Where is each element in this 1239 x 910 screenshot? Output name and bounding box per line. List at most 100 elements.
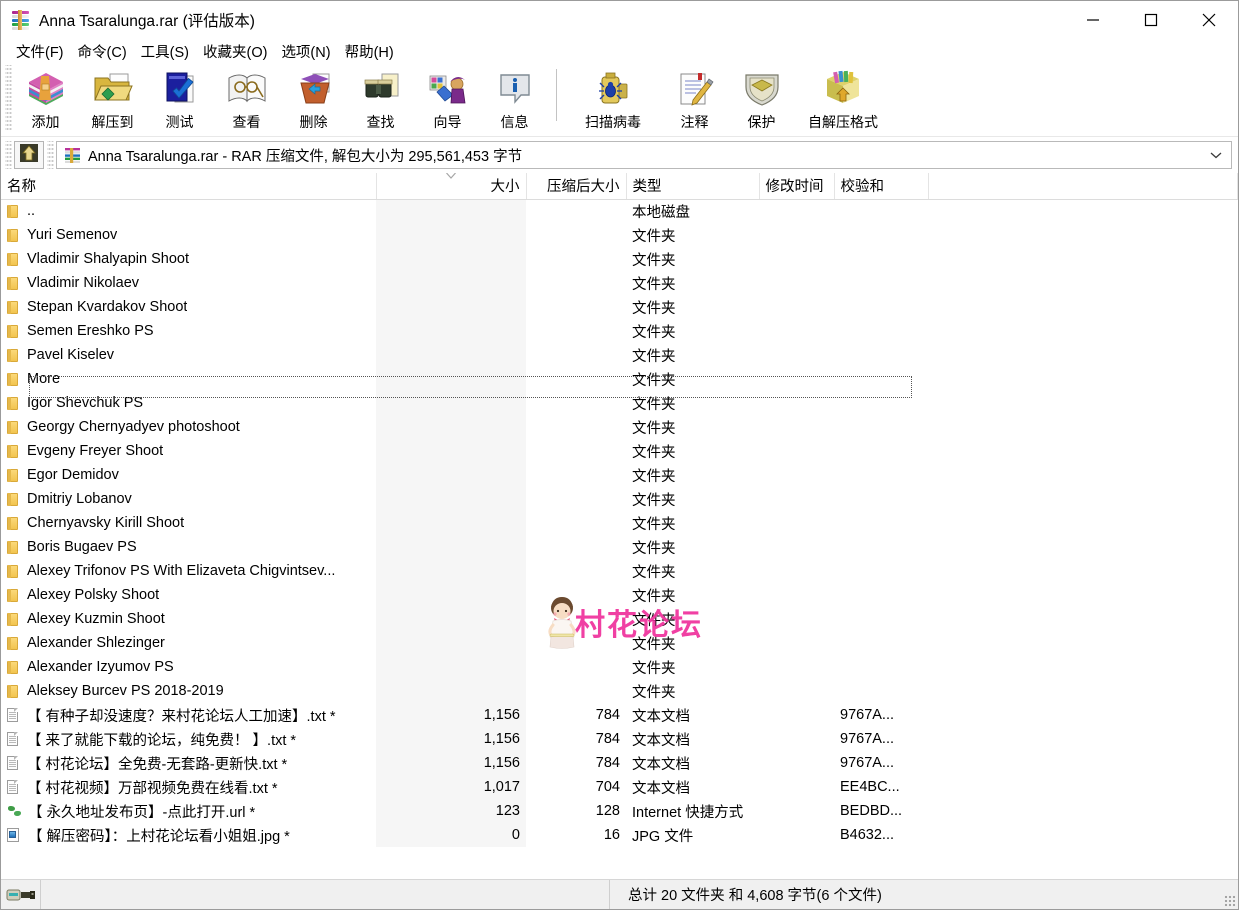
toolbar-button-view[interactable]: 查看 bbox=[213, 63, 280, 133]
cell-name[interactable]: 【 永久地址发布页】-点此打开.url * bbox=[1, 799, 376, 823]
table-row[interactable]: Alexey Kuzmin Shoot 文件夹 bbox=[1, 607, 1238, 631]
chevron-down-icon[interactable] bbox=[1209, 142, 1223, 168]
cell-name[interactable]: Alexey Polsky Shoot bbox=[1, 583, 376, 607]
table-row[interactable]: .. 本地磁盘 bbox=[1, 199, 1238, 223]
menu-favorites[interactable]: 收藏夹(O) bbox=[196, 40, 274, 63]
cell-size: 123 bbox=[376, 799, 526, 823]
cell-name[interactable]: Stepan Kvardakov Shoot bbox=[1, 295, 376, 319]
toolbar-button-find[interactable]: 查找 bbox=[347, 63, 414, 133]
cell-filler bbox=[928, 487, 1238, 511]
cell-name[interactable]: 【 村花视频】万部视频免费在线看.txt * bbox=[1, 775, 376, 799]
cell-name[interactable]: Egor Demidov bbox=[1, 463, 376, 487]
table-row[interactable]: Evgeny Freyer Shoot 文件夹 bbox=[1, 439, 1238, 463]
table-row[interactable]: Igor Shevchuk PS 文件夹 bbox=[1, 391, 1238, 415]
cell-name[interactable]: Igor Shevchuk PS bbox=[1, 391, 376, 415]
resize-grip[interactable] bbox=[1224, 895, 1236, 907]
cell-crc bbox=[834, 223, 928, 247]
archive-key-icon[interactable] bbox=[1, 880, 41, 909]
toolbar-button-protect[interactable]: 保护 bbox=[728, 63, 795, 133]
column-header-crc[interactable]: 校验和 bbox=[834, 173, 929, 200]
up-one-level-button[interactable] bbox=[14, 141, 44, 169]
cell-name[interactable]: Alexey Trifonov PS With Elizaveta Chigvi… bbox=[1, 559, 376, 583]
menu-help[interactable]: 帮助(H) bbox=[338, 40, 401, 63]
table-row[interactable]: Egor Demidov 文件夹 bbox=[1, 463, 1238, 487]
menu-tools[interactable]: 工具(S) bbox=[134, 40, 196, 63]
toolbar-button-sfx[interactable]: 自解压格式 bbox=[795, 63, 891, 133]
cell-name[interactable]: More bbox=[1, 367, 376, 391]
column-header-size[interactable]: 大小 bbox=[376, 173, 527, 200]
table-row[interactable]: Vladimir Nikolaev 文件夹 bbox=[1, 271, 1238, 295]
cell-name[interactable]: Boris Bugaev PS bbox=[1, 535, 376, 559]
table-row[interactable]: More 文件夹 bbox=[1, 367, 1238, 391]
table-row[interactable]: 【 村花视频】万部视频免费在线看.txt * 1,017 704 文本文档 EE4BC.… bbox=[1, 775, 1238, 799]
toolbar-button-test[interactable]: 测试 bbox=[146, 63, 213, 133]
cell-name[interactable]: Aleksey Burcev PS 2018-2019 bbox=[1, 679, 376, 703]
file-list-panel[interactable]: 名称 大小 压缩后大小 类型 修改时间 校验和 .. 本地磁盘 Yuri Sem… bbox=[1, 173, 1238, 879]
archive-path-field[interactable]: Anna Tsaralunga.rar - RAR 压缩文件, 解包大小为 29… bbox=[56, 141, 1232, 169]
column-header-name[interactable]: 名称 bbox=[1, 173, 377, 200]
toolbar-button-wizard[interactable]: 向导 bbox=[414, 63, 481, 133]
cell-name[interactable]: Pavel Kiselev bbox=[1, 343, 376, 367]
table-row[interactable]: Chernyavsky Kirill Shoot 文件夹 bbox=[1, 511, 1238, 535]
table-row[interactable]: Alexander Izyumov PS 文件夹 bbox=[1, 655, 1238, 679]
cell-name[interactable]: Alexander Izyumov PS bbox=[1, 655, 376, 679]
toolbar-button-extract-to[interactable]: 解压到 bbox=[79, 63, 146, 133]
toolbar-button-virus-scan[interactable]: 扫描病毒 bbox=[565, 63, 661, 133]
toolbar-button-info[interactable]: 信息 bbox=[481, 63, 548, 133]
table-row[interactable]: 【 来了就能下载的论坛，纯免费！ 】.txt * 1,156 784 文本文档 9767… bbox=[1, 727, 1238, 751]
table-row[interactable]: 【 村花论坛】全免费-无套路-更新快.txt * 1,156 784 文本文档 9767… bbox=[1, 751, 1238, 775]
cell-name[interactable]: 【 来了就能下载的论坛，纯免费！ 】.txt * bbox=[1, 727, 376, 751]
menu-options[interactable]: 选项(N) bbox=[274, 40, 337, 63]
cell-name[interactable]: 【 解压密码】：上村花论坛看小姐姐.jpg * bbox=[1, 823, 376, 847]
toolbar-button-delete[interactable]: 删除 bbox=[280, 63, 347, 133]
cell-name[interactable]: Dmitriy Lobanov bbox=[1, 487, 376, 511]
folder-icon bbox=[7, 300, 19, 315]
menu-commands[interactable]: 命令(C) bbox=[71, 40, 134, 63]
table-row[interactable]: Georgy Chernyadyev photoshoot 文件夹 bbox=[1, 415, 1238, 439]
table-row[interactable]: Stepan Kvardakov Shoot 文件夹 bbox=[1, 295, 1238, 319]
cell-type: 文件夹 bbox=[632, 540, 676, 557]
cell-name[interactable]: Alexander Shlezinger bbox=[1, 631, 376, 655]
cell-size bbox=[376, 343, 526, 367]
column-header-type[interactable]: 类型 bbox=[626, 173, 760, 200]
column-header-modified[interactable]: 修改时间 bbox=[759, 173, 835, 200]
cell-name[interactable]: Evgeny Freyer Shoot bbox=[1, 439, 376, 463]
folder-icon bbox=[7, 252, 19, 267]
table-row[interactable]: Alexander Shlezinger 文件夹 bbox=[1, 631, 1238, 655]
cell-name[interactable]: 【 村花论坛】全免费-无套路-更新快.txt * bbox=[1, 751, 376, 775]
cell-name[interactable]: Vladimir Shalyapin Shoot bbox=[1, 247, 376, 271]
minimize-button[interactable] bbox=[1064, 1, 1122, 39]
cell-name[interactable]: Georgy Chernyadyev photoshoot bbox=[1, 415, 376, 439]
cell-name[interactable]: Semen Ereshko PS bbox=[1, 319, 376, 343]
table-row[interactable]: 【 解压密码】：上村花论坛看小姐姐.jpg * 0 16 JPG 文件 B4632... bbox=[1, 823, 1238, 847]
address-field-grip[interactable] bbox=[47, 141, 54, 169]
cell-name[interactable]: Chernyavsky Kirill Shoot bbox=[1, 511, 376, 535]
menu-file[interactable]: 文件(F) bbox=[9, 40, 71, 63]
maximize-button[interactable] bbox=[1122, 1, 1180, 39]
toolbar-button-add[interactable]: 添加 bbox=[12, 63, 79, 133]
table-row[interactable]: Semen Ereshko PS 文件夹 bbox=[1, 319, 1238, 343]
table-row[interactable]: 【 有种子却没速度？来村花论坛人工加速】.txt * 1,156 784 文本文档 97… bbox=[1, 703, 1238, 727]
table-row[interactable]: Pavel Kiselev 文件夹 bbox=[1, 343, 1238, 367]
close-button[interactable] bbox=[1180, 1, 1238, 39]
toolbar-grip[interactable] bbox=[5, 65, 12, 131]
table-row[interactable]: Vladimir Shalyapin Shoot 文件夹 bbox=[1, 247, 1238, 271]
column-header-packed[interactable]: 压缩后大小 bbox=[526, 173, 627, 200]
toolbar-label-comment: 注释 bbox=[680, 114, 709, 130]
table-row[interactable]: Aleksey Burcev PS 2018-2019 文件夹 bbox=[1, 679, 1238, 703]
file-list-body[interactable]: .. 本地磁盘 Yuri Semenov 文件夹 Vladimir Shalyapin … bbox=[1, 199, 1238, 847]
table-row[interactable]: Yuri Semenov 文件夹 bbox=[1, 223, 1238, 247]
address-bar-grip[interactable] bbox=[5, 141, 12, 169]
table-row[interactable]: Alexey Trifonov PS With Elizaveta Chigvi… bbox=[1, 559, 1238, 583]
winrar-window: Anna Tsaralunga.rar (评估版本) 文件(F) 命令(C) 工… bbox=[0, 0, 1239, 910]
cell-name[interactable]: Yuri Semenov bbox=[1, 223, 376, 247]
cell-name[interactable]: Alexey Kuzmin Shoot bbox=[1, 607, 376, 631]
table-row[interactable]: Boris Bugaev PS 文件夹 bbox=[1, 535, 1238, 559]
table-row[interactable]: Dmitriy Lobanov 文件夹 bbox=[1, 487, 1238, 511]
cell-name[interactable]: .. bbox=[1, 199, 376, 223]
table-row[interactable]: 【 永久地址发布页】-点此打开.url * 123 128 Internet 快捷方式… bbox=[1, 799, 1238, 823]
table-row[interactable]: Alexey Polsky Shoot 文件夹 bbox=[1, 583, 1238, 607]
cell-name[interactable]: 【 有种子却没速度？来村花论坛人工加速】.txt * bbox=[1, 703, 376, 727]
toolbar-button-comment[interactable]: 注释 bbox=[661, 63, 728, 133]
cell-name[interactable]: Vladimir Nikolaev bbox=[1, 271, 376, 295]
